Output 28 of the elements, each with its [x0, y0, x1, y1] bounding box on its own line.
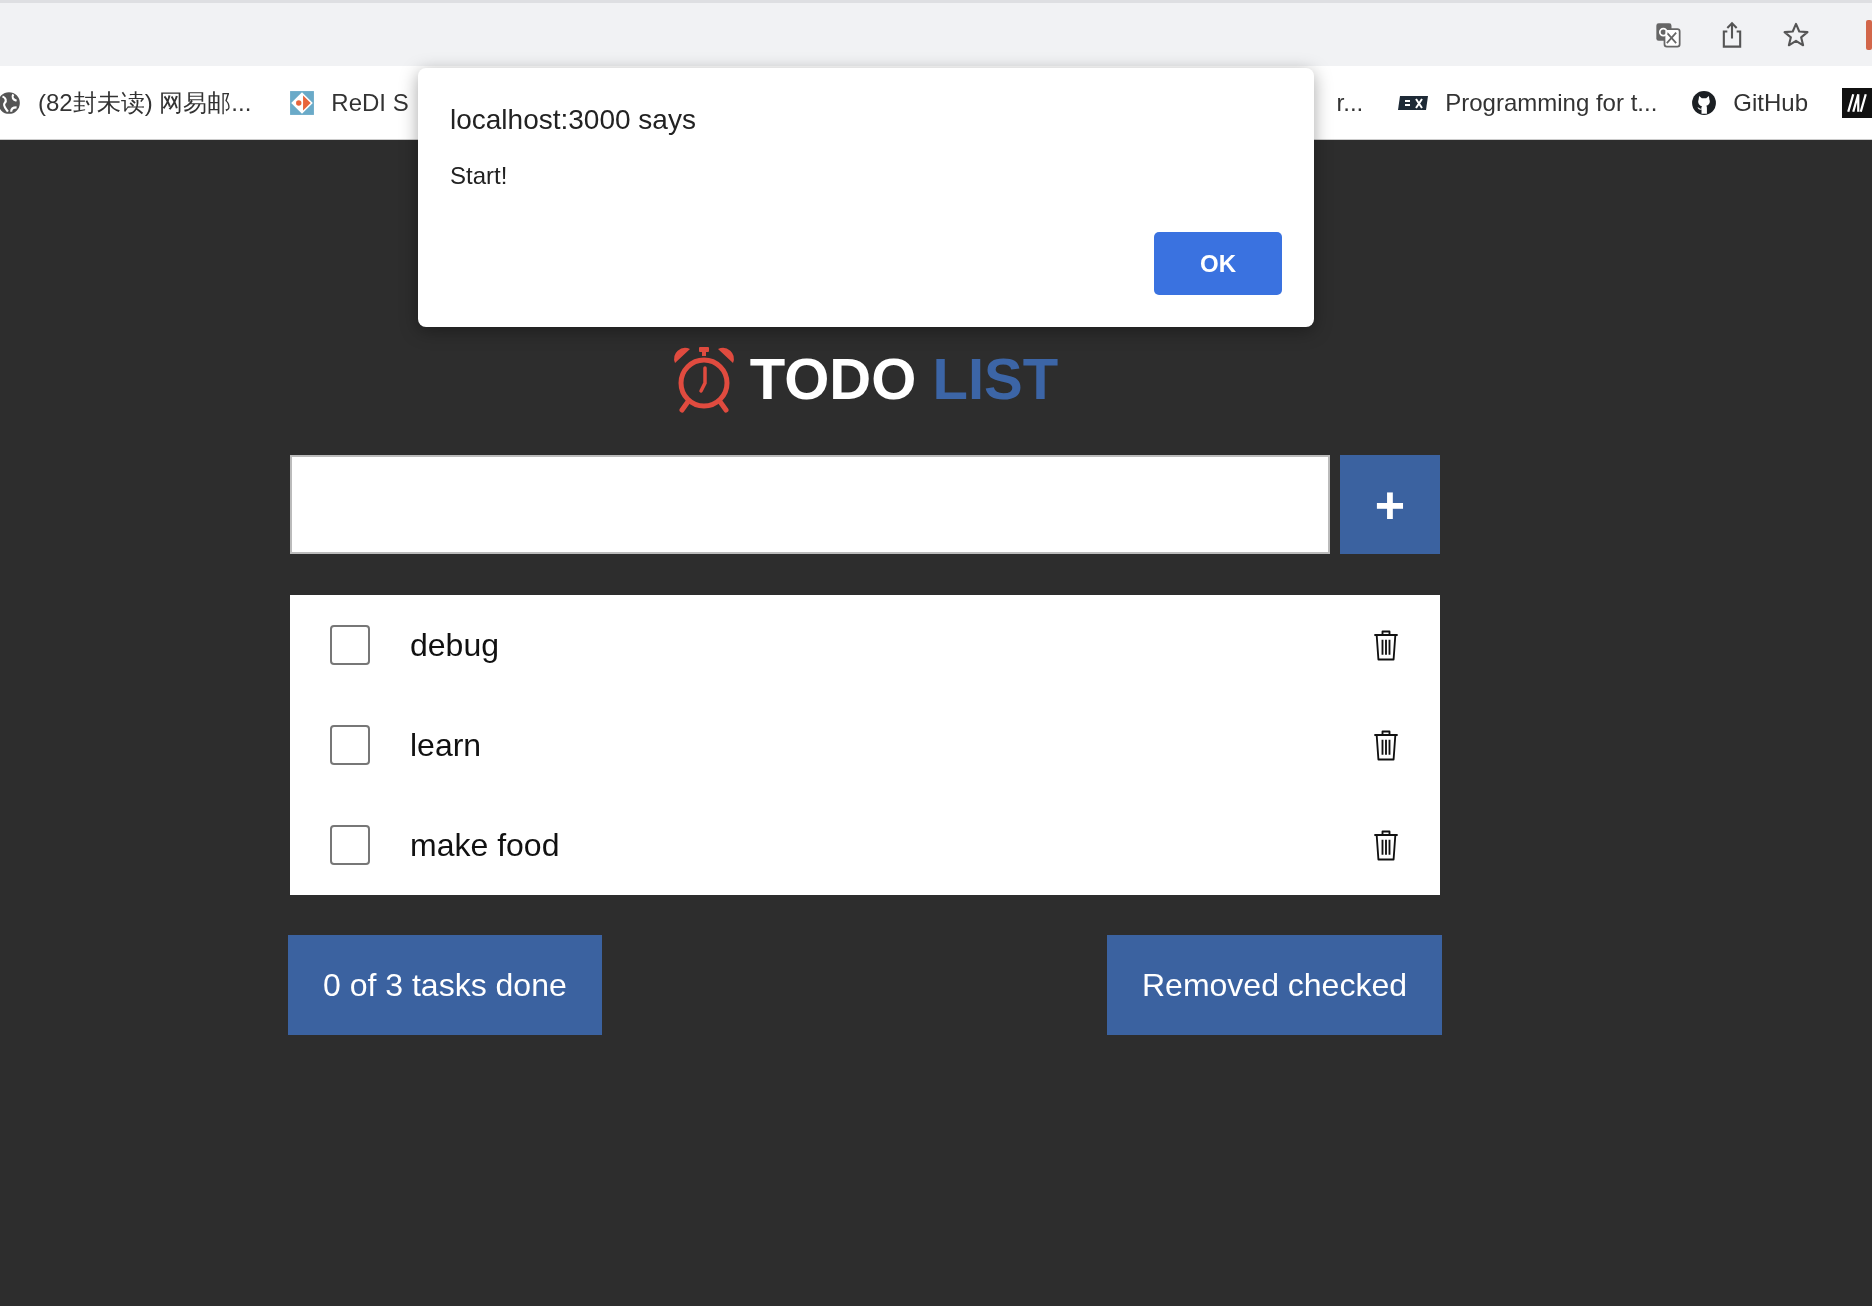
diamond-logo-icon: [289, 89, 316, 116]
bookmark-link[interactable]: GitHub: [1733, 88, 1808, 117]
dialog-title: localhost:3000 says: [450, 104, 697, 136]
checkbox[interactable]: [330, 725, 370, 765]
task-input-field[interactable]: [290, 455, 1330, 554]
dialog-message: Start!: [450, 162, 509, 190]
bookmark-link[interactable]: Programming for t...: [1445, 88, 1658, 117]
app-title: TODO LIST: [749, 350, 1059, 408]
ok-button[interactable]: OK: [1154, 232, 1282, 295]
star-icon[interactable]: [1782, 20, 1810, 49]
translate-icon[interactable]: [1654, 20, 1682, 49]
remove-checked-button[interactable]: Removed checked: [1106, 935, 1442, 1035]
checkbox[interactable]: [330, 825, 370, 865]
task-text: learn: [410, 726, 483, 764]
add-button[interactable]: +: [1340, 455, 1440, 554]
trash-icon[interactable]: [1372, 728, 1400, 762]
checkbox[interactable]: [330, 625, 370, 665]
alarm-clock-icon: [671, 345, 736, 413]
bookmark-link[interactable]: (82封未读) 网易邮...: [38, 86, 252, 119]
extension-icon[interactable]: [1866, 19, 1872, 50]
trash-icon[interactable]: [1372, 828, 1400, 862]
tasks-done-button[interactable]: 0 of 3 tasks done: [288, 935, 602, 1035]
trash-icon[interactable]: [1372, 628, 1400, 662]
task-text: make food: [410, 826, 561, 864]
bookmark-link[interactable]: r...: [1336, 88, 1364, 117]
task-text: debug: [410, 626, 500, 664]
cat-logo-icon: [1691, 89, 1718, 116]
bookmark-link[interactable]: ReDI S: [331, 88, 409, 117]
